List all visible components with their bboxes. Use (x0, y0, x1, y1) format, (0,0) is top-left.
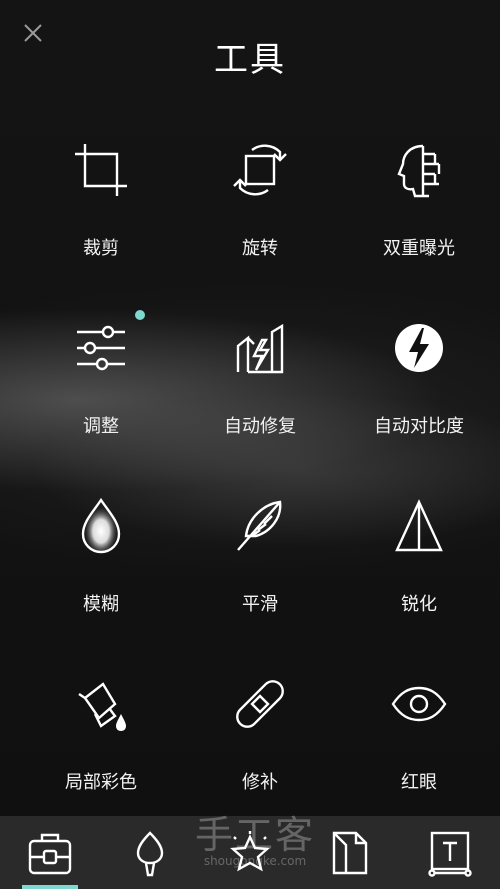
toolbar-effects-tab[interactable] (200, 816, 300, 889)
tool-label: 自动对比度 (374, 416, 464, 437)
tool-selective-color[interactable]: 局部彩色 (21, 664, 181, 814)
toolbox-icon (28, 833, 72, 874)
document-icon (332, 831, 368, 874)
crop-icon (75, 144, 127, 196)
text-frame-icon (428, 831, 472, 877)
toolbar-brush-tab[interactable] (100, 816, 200, 889)
tool-healing[interactable]: 修补 (180, 664, 340, 814)
tool-label: 红眼 (401, 772, 437, 793)
bandage-icon (236, 680, 284, 728)
tool-auto-fix[interactable]: 自动修复 (180, 308, 340, 458)
tune-sliders-icon (77, 325, 125, 371)
tool-label: 锐化 (401, 594, 437, 615)
auto-contrast-icon (395, 324, 443, 372)
eye-icon (391, 686, 447, 722)
tool-label: 自动修复 (224, 416, 296, 437)
toolbar-document-tab[interactable] (300, 816, 400, 889)
tool-crop[interactable]: 裁剪 (21, 130, 181, 280)
sharpen-triangle-icon (395, 499, 443, 552)
sparkle-star-icon (230, 830, 270, 871)
tool-label: 调整 (83, 416, 119, 437)
tool-label: 修补 (242, 772, 278, 793)
tool-label: 双重曝光 (383, 238, 455, 259)
brush-icon (136, 830, 164, 876)
tools-screen: 工具 裁剪 旋转 双重曝光 调整 自动修复 自动对比度 模糊 平滑 锐化 局部彩… (0, 0, 500, 889)
tool-label: 旋转 (242, 238, 278, 259)
auto-fix-icon (236, 323, 284, 374)
toolbar-text-tab[interactable] (400, 816, 500, 889)
toolbar-tools-tab[interactable] (0, 816, 100, 889)
bottom-toolbar (0, 816, 500, 889)
smooth-feather-icon (237, 500, 282, 551)
tools-grid: 裁剪 旋转 双重曝光 调整 自动修复 自动对比度 模糊 平滑 锐化 局部彩色 修… (0, 130, 500, 800)
tool-label: 局部彩色 (65, 772, 137, 793)
tool-smooth[interactable]: 平滑 (180, 486, 340, 636)
tool-rotate[interactable]: 旋转 (180, 130, 340, 280)
tool-label: 平滑 (242, 594, 278, 615)
tool-auto-contrast[interactable]: 自动对比度 (339, 308, 499, 458)
tool-red-eye[interactable]: 红眼 (339, 664, 499, 814)
page-title: 工具 (214, 40, 286, 80)
paint-bucket-icon (78, 682, 126, 731)
tool-label: 模糊 (83, 594, 119, 615)
tool-blur[interactable]: 模糊 (21, 486, 181, 636)
tool-label: 裁剪 (83, 238, 119, 259)
new-badge-dot (135, 310, 145, 320)
tool-double-exposure[interactable]: 双重曝光 (339, 130, 499, 280)
rotate-icon (233, 144, 287, 196)
double-exposure-icon (397, 144, 441, 198)
tool-sharpen[interactable]: 锐化 (339, 486, 499, 636)
blur-drop-icon (81, 497, 121, 554)
tool-adjust[interactable]: 调整 (21, 308, 181, 458)
